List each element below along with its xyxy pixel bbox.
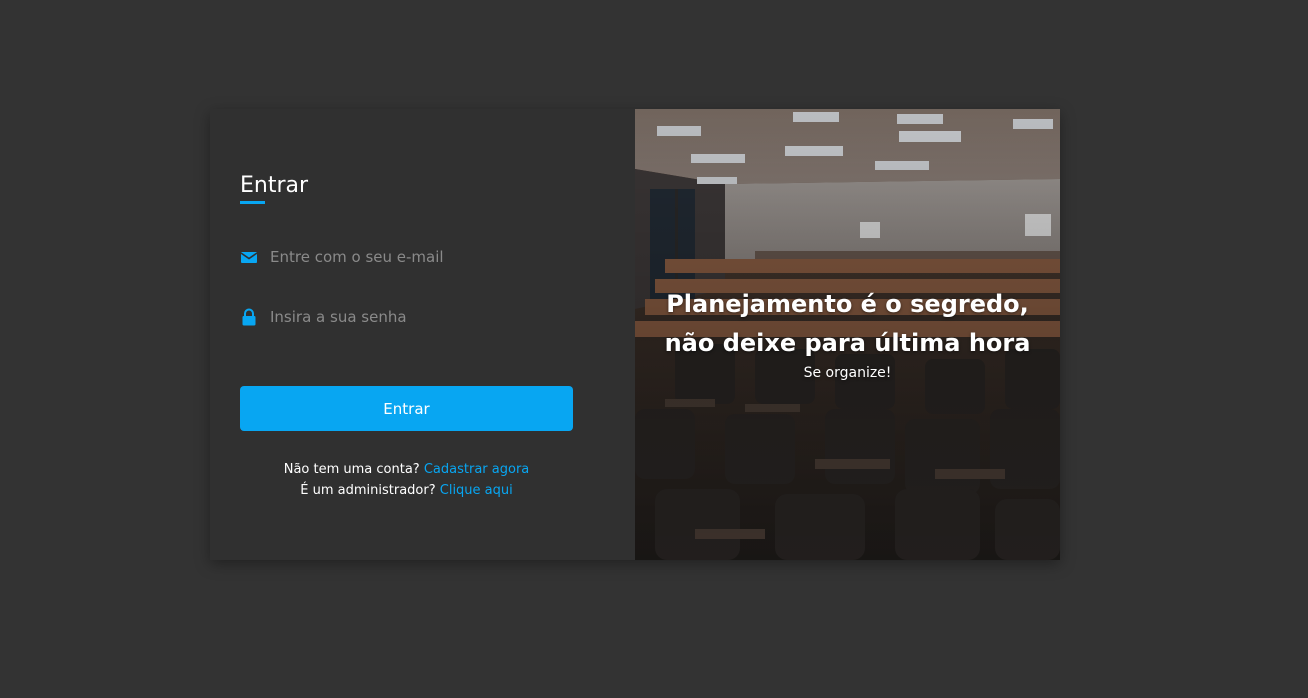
email-input[interactable] (270, 242, 570, 272)
password-field (240, 302, 580, 332)
login-card: Entrar Entrar Não tem uma (210, 109, 1060, 560)
enter-button[interactable]: Entrar (240, 386, 573, 431)
hero-subtitle: Se organize! (803, 365, 892, 381)
signup-row: Não tem uma conta? Cadastrar agora (240, 459, 573, 480)
login-panel: Entrar Entrar Não tem uma (210, 109, 635, 560)
email-field (240, 242, 580, 272)
title-underline (240, 201, 265, 204)
password-input[interactable] (270, 302, 570, 332)
admin-row: É um administrador? Clique aqui (240, 480, 573, 501)
lock-icon (240, 308, 258, 326)
signup-link[interactable]: Cadastrar agora (424, 462, 529, 477)
hero-panel: Planejamento é o segredo, não deixe para… (635, 109, 1060, 560)
hero-headline-line1: Planejamento é o segredo, (666, 290, 1029, 318)
hero-text: Planejamento é o segredo, não deixe para… (635, 285, 1060, 383)
admin-prompt: É um administrador? (300, 483, 436, 498)
envelope-icon (240, 248, 258, 266)
login-title: Entrar (240, 173, 309, 198)
signup-prompt: Não tem uma conta? (283, 462, 420, 477)
hero-headline-line2: não deixe para última hora (664, 329, 1031, 357)
admin-link[interactable]: Clique aqui (440, 483, 513, 498)
account-links: Não tem uma conta? Cadastrar agora É um … (240, 459, 573, 501)
